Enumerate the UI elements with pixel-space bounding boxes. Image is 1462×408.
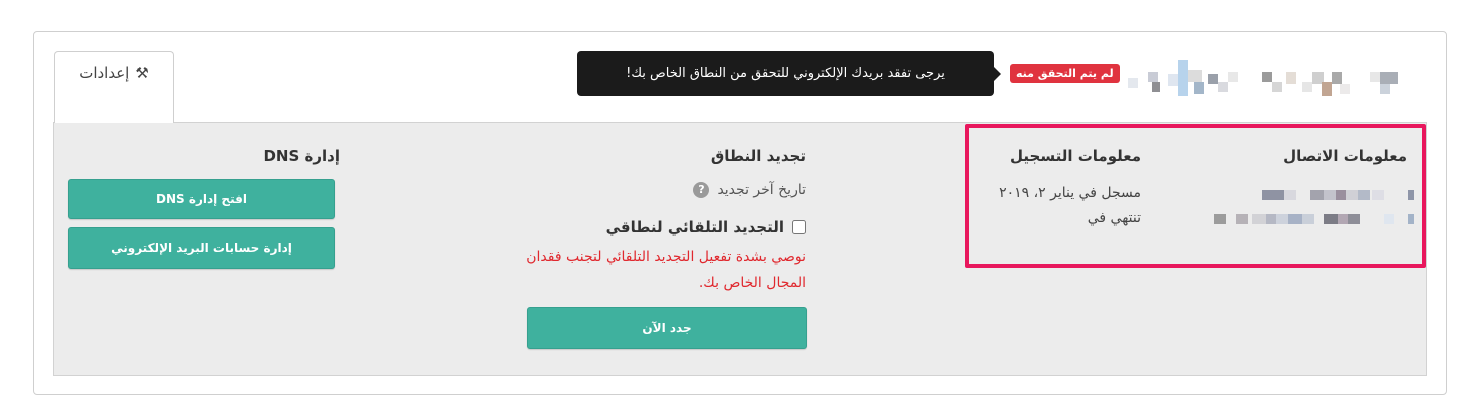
domain-name-redacted	[1128, 60, 1408, 96]
expires-date: تنتهي في	[1087, 210, 1141, 226]
help-icon[interactable]: ?	[693, 182, 710, 198]
tab-settings[interactable]: ⚒ إعدادات	[54, 51, 174, 123]
registration-info-title: معلومات التسجيل	[1010, 147, 1141, 165]
contact-info-title: معلومات الاتصال	[1283, 147, 1407, 165]
renew-now-button[interactable]: جدد الآن	[527, 307, 807, 349]
registered-date: مسجل في يناير ٢، ٢٠١٩	[999, 185, 1141, 201]
tab-settings-label: إعدادات	[79, 64, 130, 82]
verify-email-tooltip: يرجى تفقد بريدك الإلكتروني للتحقق من الن…	[577, 51, 1001, 96]
manage-email-accounts-button[interactable]: إدارة حسابات البريد الإلكتروني	[68, 227, 335, 269]
tools-icon: ⚒	[135, 64, 149, 82]
domain-renewal-title: تجديد النطاق	[710, 147, 806, 165]
last-renewal-label: تاريخ آخر تجديد	[717, 182, 806, 198]
dns-management-title: إدارة DNS	[263, 147, 340, 165]
open-dns-management-button[interactable]: افتح إدارة DNS	[68, 179, 335, 219]
contact-name-redacted	[1262, 190, 1414, 202]
last-renewal-row: تاريخ آخر تجديد ?	[693, 182, 806, 198]
registration-dates: مسجل في يناير ٢، ٢٠١٩ تنتهي في	[999, 181, 1141, 231]
unverified-badge: لم يتم التحقق منه	[1010, 64, 1120, 83]
auto-renew-toggle[interactable]: التجديد التلقائي لنطاقي	[606, 218, 806, 236]
auto-renew-label: التجديد التلقائي لنطاقي	[605, 218, 784, 236]
auto-renew-warning: نوصي بشدة تفعيل التجديد التلقائي لتجنب ف…	[526, 249, 806, 291]
auto-renew-checkbox[interactable]	[792, 220, 806, 234]
contact-email-redacted	[1214, 214, 1414, 226]
